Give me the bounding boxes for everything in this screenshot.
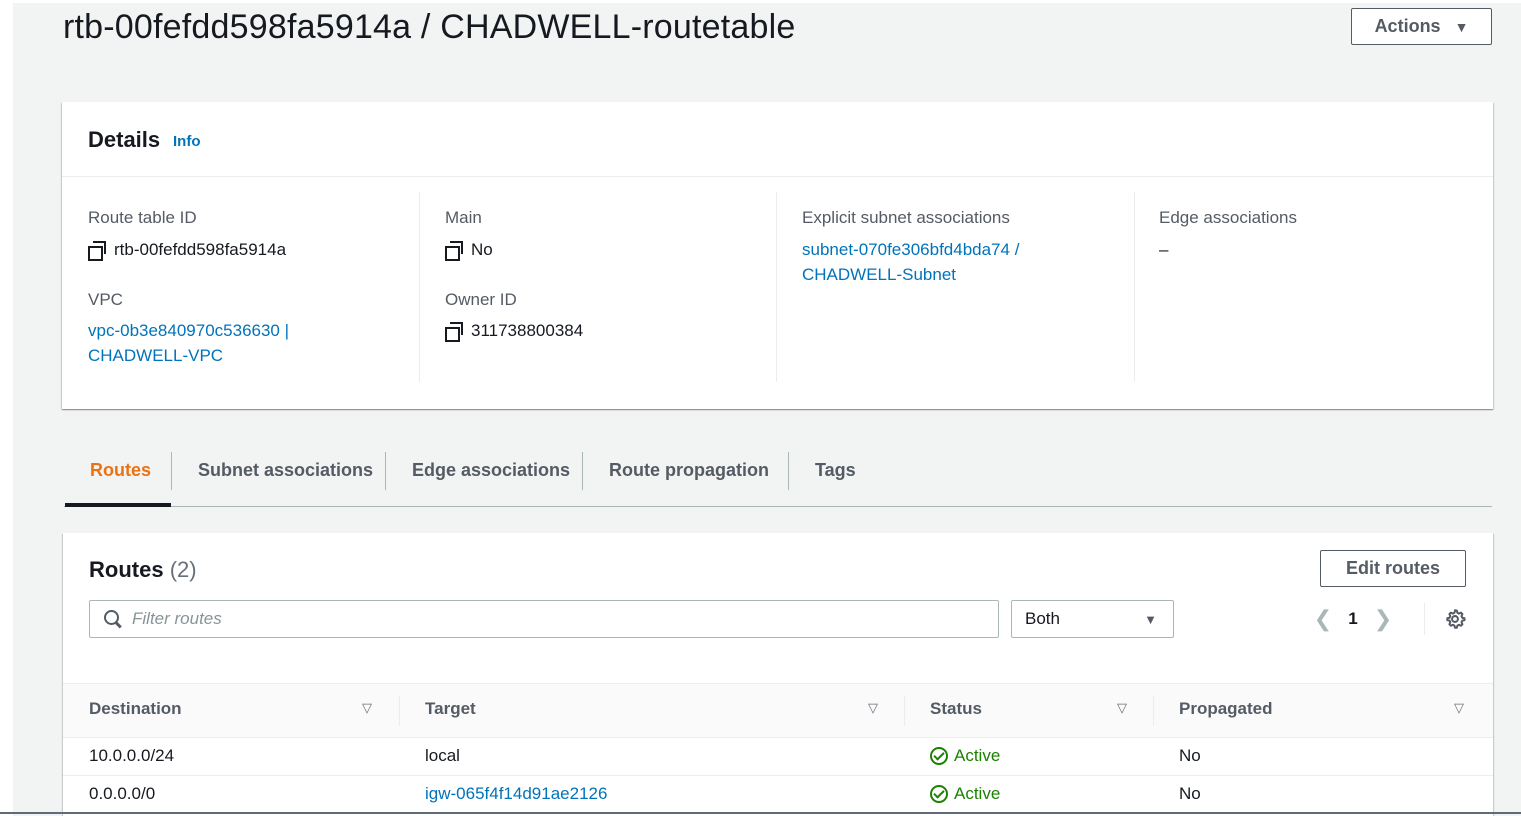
cell-destination: 10.0.0.0/24 <box>89 746 175 765</box>
column-divider <box>399 696 400 726</box>
column-header-propagated[interactable]: Propagated <box>1179 699 1273 719</box>
routes-title-text: Routes <box>89 557 164 582</box>
actions-button-label: Actions <box>1374 16 1441 36</box>
edge-associations-value: – <box>1159 240 1169 259</box>
sort-down-icon[interactable]: ▽ <box>362 700 372 716</box>
tab-route-propagation[interactable]: Route propagation <box>609 451 769 489</box>
table-header: Destination ▽ Target ▽ Status ▽ Propagat… <box>63 683 1493 738</box>
owner-id-text: 311738800384 <box>471 321 584 340</box>
column-divider <box>419 192 420 382</box>
routes-table: Destination ▽ Target ▽ Status ▽ Propagat… <box>63 683 1493 814</box>
sort-down-icon[interactable]: ▽ <box>1454 700 1464 716</box>
edge-associations-label: Edge associations <box>1159 208 1297 227</box>
routes-title: Routes (2) <box>89 557 197 583</box>
left-margin <box>0 0 13 816</box>
explicit-subnet-label: Explicit subnet associations <box>802 208 1010 227</box>
owner-id-value: 311738800384 <box>445 321 584 342</box>
tab-separator <box>582 452 583 490</box>
sort-down-icon[interactable]: ▽ <box>868 700 878 716</box>
column-header-destination[interactable]: Destination <box>89 699 182 719</box>
check-circle-icon <box>930 747 948 765</box>
search-icon <box>104 610 122 628</box>
tab-tags[interactable]: Tags <box>815 451 856 489</box>
routes-panel: Routes (2) Edit routes Both ▼ ❮ 1 ❯ Dest… <box>63 533 1493 816</box>
status-text: Active <box>954 746 1001 765</box>
table-row: 0.0.0.0/0 igw-065f4f14d91ae2126 Active N… <box>63 776 1493 814</box>
caret-down-icon: ▼ <box>1454 18 1469 35</box>
vpc-link[interactable]: vpc-0b3e840970c536630 | CHADWELL-VPC <box>88 318 289 368</box>
pagination: ❮ 1 ❯ <box>1308 603 1398 635</box>
page-content: rtb-00fefdd598fa5914a / CHADWELL-routeta… <box>13 3 1521 816</box>
page-number-button[interactable]: 1 <box>1338 609 1368 629</box>
main-value: No <box>445 240 493 261</box>
tab-separator <box>788 452 789 490</box>
details-panel: Details Info Route table ID rtb-00fefdd5… <box>62 102 1493 409</box>
cell-propagated: No <box>1179 784 1201 803</box>
cell-target: local <box>425 746 460 765</box>
routes-count: (2) <box>169 557 197 582</box>
tab-separator <box>171 452 172 490</box>
chevron-right-icon[interactable]: ❯ <box>1368 606 1398 632</box>
chevron-left-icon[interactable]: ❮ <box>1308 606 1338 632</box>
route-table-id-label: Route table ID <box>88 208 197 227</box>
cell-destination: 0.0.0.0/0 <box>89 784 156 803</box>
explicit-subnet-link[interactable]: subnet-070fe306bfd4bda74 / CHADWELL-Subn… <box>802 237 1019 287</box>
route-type-select[interactable]: Both ▼ <box>1011 600 1174 638</box>
main-value-text: No <box>471 240 493 259</box>
details-header: Details Info <box>62 102 1493 177</box>
cell-status: Active <box>930 746 1000 766</box>
column-divider <box>1134 192 1135 382</box>
column-divider <box>1153 696 1154 726</box>
filter-routes-input[interactable] <box>132 609 982 629</box>
route-table-id-text: rtb-00fefdd598fa5914a <box>114 240 287 259</box>
tab-edge-associations[interactable]: Edge associations <box>412 451 570 489</box>
route-type-select-value: Both <box>1025 609 1060 628</box>
page-title: rtb-00fefdd598fa5914a / CHADWELL-routeta… <box>63 8 796 46</box>
column-divider <box>904 696 905 726</box>
tab-bar: Routes Subnet associations Edge associat… <box>64 443 1492 507</box>
check-circle-icon <box>930 785 948 803</box>
tab-subnet-associations[interactable]: Subnet associations <box>198 451 373 489</box>
filter-routes-field[interactable] <box>89 600 999 638</box>
cell-status: Active <box>930 784 1000 804</box>
cell-propagated: No <box>1179 746 1201 765</box>
copy-icon[interactable] <box>445 241 463 261</box>
details-title: Details <box>88 127 161 152</box>
vpc-link-line2: CHADWELL-VPC <box>88 346 224 365</box>
vpc-link-line1: vpc-0b3e840970c536630 | <box>88 321 290 340</box>
table-row: 10.0.0.0/24 local Active No <box>63 738 1493 776</box>
main-label: Main <box>445 208 482 227</box>
vpc-label: VPC <box>88 290 123 309</box>
active-tab-indicator <box>65 503 171 507</box>
cell-target-link[interactable]: igw-065f4f14d91ae2126 <box>425 784 607 804</box>
tab-separator <box>385 452 386 490</box>
column-header-target[interactable]: Target <box>425 699 476 719</box>
caret-down-icon: ▼ <box>1144 611 1157 627</box>
actions-button[interactable]: Actions ▼ <box>1351 8 1492 45</box>
details-column-1: Route table ID rtb-00fefdd598fa5914a VPC… <box>88 192 418 384</box>
column-header-status[interactable]: Status <box>930 699 982 719</box>
details-column-2: Main No Owner ID 311738800384 <box>445 192 775 384</box>
copy-icon[interactable] <box>88 241 106 261</box>
details-column-3: Explicit subnet associations subnet-070f… <box>802 192 1132 384</box>
info-link[interactable]: Info <box>173 133 201 150</box>
column-divider <box>776 192 777 382</box>
bottom-border <box>0 812 1521 814</box>
explicit-subnet-line2: CHADWELL-Subnet <box>802 265 957 284</box>
pagination-divider <box>1424 603 1425 635</box>
explicit-subnet-line1: subnet-070fe306bfd4bda74 / <box>802 240 1020 259</box>
owner-id-label: Owner ID <box>445 290 517 309</box>
route-table-id-value: rtb-00fefdd598fa5914a <box>88 240 287 261</box>
tab-routes[interactable]: Routes <box>90 451 151 489</box>
copy-icon[interactable] <box>445 322 463 342</box>
edit-routes-button[interactable]: Edit routes <box>1320 550 1466 587</box>
gear-icon[interactable] <box>1444 608 1466 630</box>
sort-down-icon[interactable]: ▽ <box>1117 700 1127 716</box>
status-text: Active <box>954 784 1001 803</box>
details-column-4: Edge associations – <box>1159 192 1489 384</box>
